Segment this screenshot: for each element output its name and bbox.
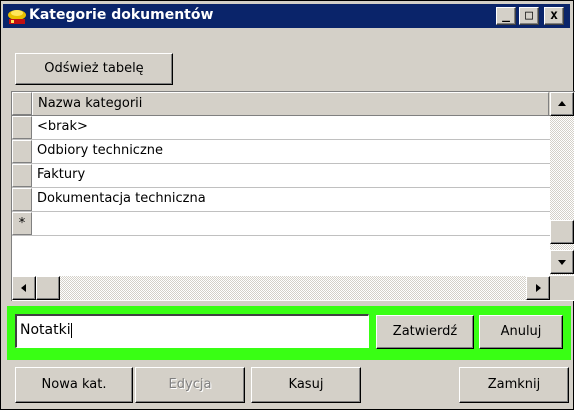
horizontal-scrollbar[interactable] (12, 276, 550, 300)
table-cell[interactable]: Faktury (37, 167, 85, 182)
refresh-table-button[interactable]: Odśwież tabelę (15, 53, 173, 85)
table-row[interactable]: Odbiory techniczne (12, 140, 550, 164)
cancel-button[interactable]: Anuluj (479, 315, 563, 349)
maximize-icon: □ (525, 8, 533, 23)
text-caret (70, 322, 72, 338)
categories-grid[interactable]: Nazwa kategorii <brak> Odbiory techniczn… (11, 91, 575, 301)
arrow-right-icon (536, 284, 541, 292)
table-cell[interactable]: Odbiory techniczne (37, 143, 163, 158)
title-bar[interactable]: Kategorie dokumentów _ □ x (3, 4, 570, 28)
close-button[interactable]: x (544, 7, 564, 25)
close-icon: x (550, 8, 558, 23)
cancel-label: Anuluj (500, 324, 542, 339)
maximize-button[interactable]: □ (519, 7, 539, 25)
arrow-up-icon (558, 101, 566, 106)
close-window-button[interactable]: Zamknij (459, 367, 569, 403)
column-header-nazwa-kategorii[interactable]: Nazwa kategorii (32, 92, 549, 115)
minimize-button[interactable]: _ (496, 7, 516, 25)
table-row[interactable]: Dokumentacja techniczna (12, 188, 550, 212)
grid-header-row: Nazwa kategorii (12, 92, 550, 116)
table-row[interactable]: Faktury (12, 164, 550, 188)
delete-label: Kasuj (288, 377, 324, 392)
window-title: Kategorie dokumentów (29, 7, 214, 23)
table-row[interactable]: <brak> (12, 116, 550, 140)
confirm-button[interactable]: Zatwierdź (376, 315, 474, 349)
kategorie-window: Kategorie dokumentów _ □ x Odśwież tabel… (0, 0, 575, 410)
row-indicator[interactable] (12, 116, 32, 139)
row-indicator[interactable] (12, 164, 32, 187)
refresh-table-label: Odśwież tabelę (44, 61, 144, 76)
scrollbar-corner (550, 276, 574, 300)
new-category-label: Nowa kat. (41, 377, 107, 392)
edit-label: Edycja (168, 377, 212, 392)
confirm-label: Zatwierdź (392, 324, 458, 339)
new-row[interactable]: * (12, 212, 550, 236)
table-cell[interactable]: Dokumentacja techniczna (37, 191, 206, 206)
table-cell[interactable]: <brak> (37, 119, 88, 134)
category-name-value: Notatki (20, 322, 71, 338)
scroll-left-button[interactable] (12, 276, 36, 300)
delete-button[interactable]: Kasuj (251, 367, 361, 403)
edit-button[interactable]: Edycja (135, 367, 245, 403)
new-category-button[interactable]: Nowa kat. (15, 367, 133, 403)
minimize-icon: _ (502, 8, 510, 23)
new-row-indicator[interactable]: * (12, 212, 32, 235)
close-window-label: Zamknij (487, 377, 541, 392)
horizontal-scroll-thumb[interactable] (36, 276, 60, 300)
header-row-indicator (12, 92, 32, 115)
scroll-up-button[interactable] (550, 92, 574, 116)
category-name-input[interactable]: Notatki (15, 314, 369, 348)
app-icon (7, 7, 27, 26)
arrow-left-icon (21, 284, 26, 292)
scroll-down-button[interactable] (550, 250, 574, 274)
row-indicator[interactable] (12, 188, 32, 211)
arrow-down-icon (558, 260, 566, 265)
vertical-scroll-thumb[interactable] (550, 220, 574, 244)
scroll-right-button[interactable] (526, 276, 550, 300)
vertical-scrollbar[interactable] (550, 92, 574, 275)
row-indicator[interactable] (12, 140, 32, 163)
